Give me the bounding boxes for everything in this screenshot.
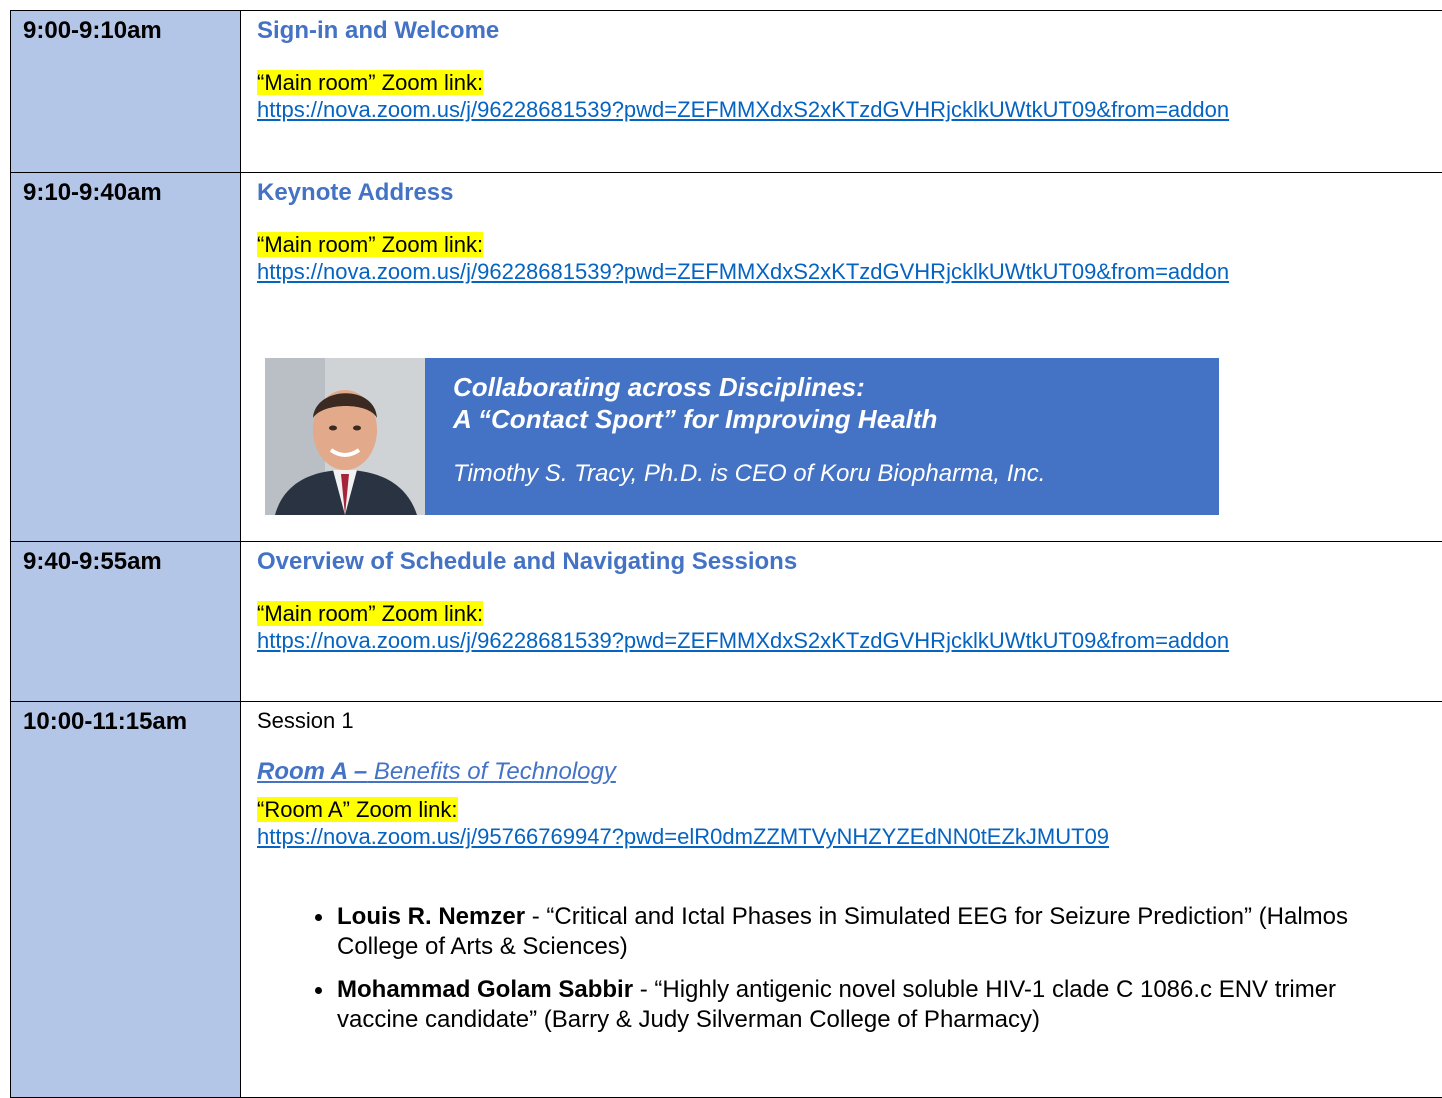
room-a-link[interactable]: Room A – Benefits of Technology xyxy=(257,758,1442,786)
list-item: Mohammad Golam Sabbir - “Highly antigeni… xyxy=(337,975,1442,1035)
content-cell: Session 1 Room A – Benefits of Technolog… xyxy=(241,702,1442,1098)
zoom-link-label: “Room A” Zoom link: xyxy=(257,797,458,822)
event-title: Keynote Address xyxy=(257,179,1442,207)
event-title: Overview of Schedule and Navigating Sess… xyxy=(257,548,1442,576)
session-label: Session 1 xyxy=(257,708,1442,734)
time-cell: 9:40-9:55am xyxy=(11,542,241,702)
list-item: Louis R. Nemzer - “Critical and Ictal Ph… xyxy=(337,902,1442,962)
event-title: Sign-in and Welcome xyxy=(257,17,1442,45)
zoom-link[interactable]: https://nova.zoom.us/j/96228681539?pwd=Z… xyxy=(257,627,1442,654)
zoom-link[interactable]: https://nova.zoom.us/j/95766769947?pwd=e… xyxy=(257,823,1442,850)
keynote-title-line1: Collaborating across Disciplines: xyxy=(453,372,865,403)
zoom-link-label: “Main room” Zoom link: xyxy=(257,232,483,257)
zoom-link[interactable]: https://nova.zoom.us/j/96228681539?pwd=Z… xyxy=(257,258,1442,285)
talk-list: Louis R. Nemzer - “Critical and Ictal Ph… xyxy=(257,902,1442,1035)
zoom-link-label: “Main room” Zoom link: xyxy=(257,601,483,626)
schedule-table: 9:00-9:10am Sign-in and Welcome “Main ro… xyxy=(10,10,1442,1098)
speaker-photo xyxy=(265,358,425,515)
speaker-name: Mohammad Golam Sabbir xyxy=(337,976,633,1003)
keynote-title-line2: A “Contact Sport” for Improving Health xyxy=(453,404,937,435)
keynote-banner: Collaborating across Disciplines: A “Con… xyxy=(265,358,1219,515)
time-cell: 9:00-9:10am xyxy=(11,11,241,173)
zoom-link-label: “Main room” Zoom link: xyxy=(257,70,483,95)
content-cell: Sign-in and Welcome “Main room” Zoom lin… xyxy=(241,11,1442,173)
zoom-link[interactable]: https://nova.zoom.us/j/96228681539?pwd=Z… xyxy=(257,96,1442,123)
content-cell: Overview of Schedule and Navigating Sess… xyxy=(241,542,1442,702)
time-cell: 10:00-11:15am xyxy=(11,702,241,1098)
time-cell: 9:10-9:40am xyxy=(11,173,241,542)
keynote-speaker: Timothy S. Tracy, Ph.D. is CEO of Koru B… xyxy=(453,460,1045,488)
schedule-row: 9:00-9:10am Sign-in and Welcome “Main ro… xyxy=(11,11,1442,173)
speaker-name: Louis R. Nemzer xyxy=(337,903,525,930)
schedule-row: 10:00-11:15am Session 1 Room A – Benefit… xyxy=(11,702,1442,1098)
schedule-row: 9:40-9:55am Overview of Schedule and Nav… xyxy=(11,542,1442,702)
